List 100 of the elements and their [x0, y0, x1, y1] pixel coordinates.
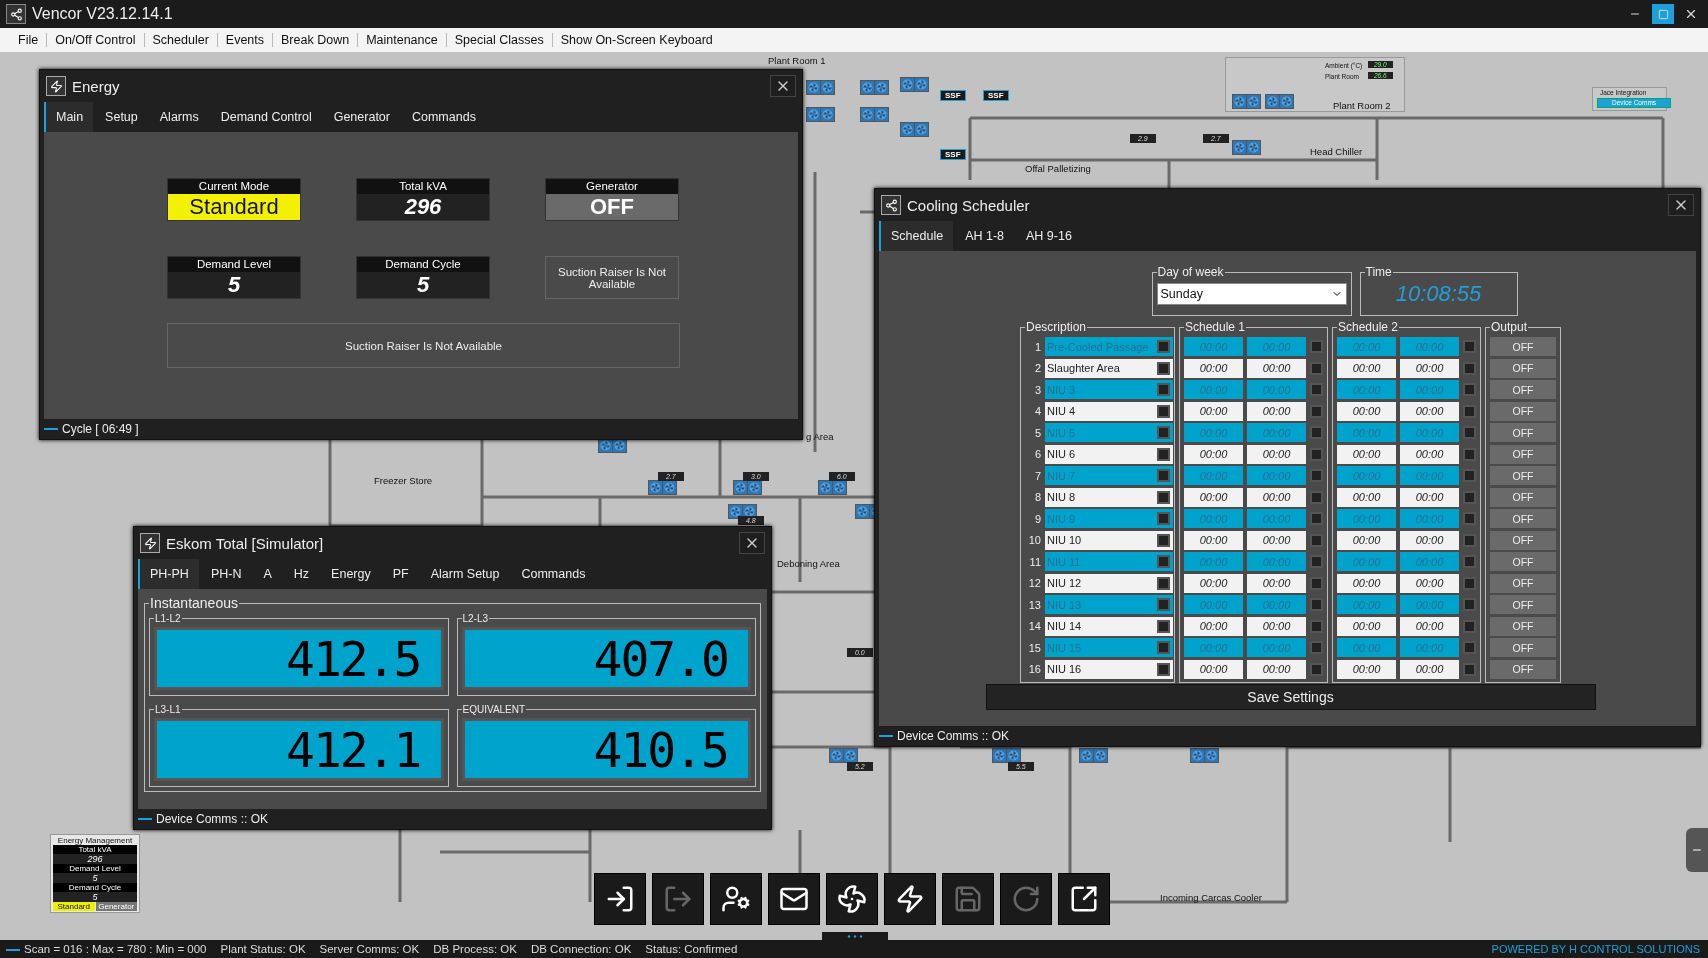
checkbox[interactable]	[1310, 361, 1323, 375]
description-field[interactable]: NIU 16	[1045, 659, 1173, 679]
checkbox[interactable]	[1310, 404, 1323, 418]
day-select[interactable]: Sunday	[1156, 283, 1347, 305]
checkbox[interactable]	[1463, 641, 1476, 655]
time-field[interactable]: 00:00	[1184, 487, 1243, 507]
time-field[interactable]: 00:00	[1247, 530, 1306, 550]
expand-icon[interactable]	[1058, 873, 1110, 925]
checkbox[interactable]	[1463, 576, 1476, 590]
time-field[interactable]: 00:00	[1400, 616, 1459, 636]
description-field[interactable]: NIU 6	[1045, 444, 1173, 464]
checkbox[interactable]	[1310, 340, 1323, 354]
time-field[interactable]: 00:00	[1184, 444, 1243, 464]
tab[interactable]: Demand Control	[208, 102, 322, 132]
checkbox[interactable]	[1310, 469, 1323, 483]
output-button[interactable]: OFF	[1490, 509, 1556, 529]
maximize-button[interactable]	[1652, 4, 1674, 24]
time-field[interactable]: 00:00	[1184, 573, 1243, 593]
close-button[interactable]	[1668, 194, 1694, 216]
output-button[interactable]: OFF	[1490, 380, 1556, 400]
menu-item[interactable]: On/Off Control	[47, 33, 145, 47]
menu-item[interactable]: File	[10, 33, 48, 47]
time-field[interactable]: 00:00	[1247, 616, 1306, 636]
time-field[interactable]: 00:00	[1400, 659, 1459, 679]
checkbox[interactable]	[1463, 533, 1476, 547]
output-button[interactable]: OFF	[1490, 401, 1556, 421]
tab[interactable]: Generator	[321, 102, 400, 132]
menu-item[interactable]: Break Down	[273, 33, 359, 47]
tab[interactable]: Setup	[93, 102, 148, 132]
tab[interactable]: AH 1-8	[953, 221, 1015, 251]
close-button[interactable]	[770, 75, 796, 97]
tab[interactable]: PH-N	[198, 559, 252, 589]
time-field[interactable]: 00:00	[1247, 358, 1306, 378]
checkbox[interactable]	[1157, 641, 1170, 655]
time-field[interactable]: 00:00	[1184, 358, 1243, 378]
lightning-icon[interactable]	[884, 873, 936, 925]
output-button[interactable]: OFF	[1490, 337, 1556, 357]
checkbox[interactable]	[1310, 598, 1323, 612]
time-field[interactable]: 00:00	[1247, 401, 1306, 421]
checkbox[interactable]	[1310, 533, 1323, 547]
user-gear-icon[interactable]	[710, 873, 762, 925]
time-field[interactable]: 00:00	[1184, 401, 1243, 421]
checkbox[interactable]	[1463, 447, 1476, 461]
time-field[interactable]: 00:00	[1337, 573, 1396, 593]
output-button[interactable]: OFF	[1490, 638, 1556, 658]
tab[interactable]: Schedule	[879, 221, 954, 251]
time-field[interactable]: 00:00	[1337, 401, 1396, 421]
description-field[interactable]: NIU 12	[1045, 573, 1173, 593]
checkbox[interactable]	[1310, 490, 1323, 504]
checkbox[interactable]	[1310, 555, 1323, 569]
output-button[interactable]: OFF	[1490, 616, 1556, 636]
checkbox[interactable]	[1463, 361, 1476, 375]
time-field[interactable]: 00:00	[1400, 487, 1459, 507]
checkbox[interactable]	[1310, 426, 1323, 440]
description-field[interactable]: NIU 8	[1045, 487, 1173, 507]
panel-handle[interactable]	[822, 932, 888, 940]
tab[interactable]: Main	[44, 102, 94, 132]
menu-item[interactable]: Scheduler	[144, 33, 218, 47]
time-field[interactable]: 00:00	[1400, 358, 1459, 378]
time-field[interactable]: 00:00	[1247, 487, 1306, 507]
tab[interactable]: Energy	[319, 559, 381, 589]
output-button[interactable]: OFF	[1490, 595, 1556, 615]
side-panel-handle[interactable]	[1686, 828, 1708, 872]
description-field[interactable]: NIU 14	[1045, 616, 1173, 636]
time-field[interactable]: 00:00	[1337, 487, 1396, 507]
checkbox[interactable]	[1463, 512, 1476, 526]
tab[interactable]: PH-PH	[138, 559, 199, 589]
checkbox[interactable]	[1310, 662, 1323, 676]
checkbox[interactable]	[1463, 555, 1476, 569]
checkbox[interactable]	[1463, 662, 1476, 676]
tab[interactable]: Alarm Setup	[418, 559, 510, 589]
menu-item[interactable]: Events	[217, 33, 274, 47]
menu-item[interactable]: Maintenance	[358, 33, 447, 47]
checkbox[interactable]	[1157, 469, 1170, 483]
checkbox[interactable]	[1157, 383, 1170, 397]
checkbox[interactable]	[1310, 447, 1323, 461]
login-icon[interactable]	[594, 873, 646, 925]
time-field[interactable]: 00:00	[1400, 444, 1459, 464]
time-field[interactable]: 00:00	[1184, 530, 1243, 550]
tab[interactable]: Alarms	[147, 102, 209, 132]
tab[interactable]: AH 9-16	[1014, 221, 1082, 251]
time-field[interactable]: 00:00	[1184, 659, 1243, 679]
time-field[interactable]: 00:00	[1400, 573, 1459, 593]
checkbox[interactable]	[1463, 619, 1476, 633]
output-button[interactable]: OFF	[1490, 573, 1556, 593]
time-field[interactable]: 00:00	[1337, 530, 1396, 550]
menu-item[interactable]: Show On-Screen Keyboard	[552, 33, 721, 47]
tab[interactable]: Commands	[399, 102, 486, 132]
description-field[interactable]: Slaughter Area	[1045, 358, 1173, 378]
checkbox[interactable]	[1463, 383, 1476, 397]
output-button[interactable]: OFF	[1490, 487, 1556, 507]
description-field[interactable]: NIU 4	[1045, 401, 1173, 421]
output-button[interactable]: OFF	[1490, 423, 1556, 443]
time-field[interactable]: 00:00	[1247, 573, 1306, 593]
time-field[interactable]: 00:00	[1247, 659, 1306, 679]
time-field[interactable]: 00:00	[1400, 401, 1459, 421]
output-button[interactable]: OFF	[1490, 444, 1556, 464]
time-field[interactable]: 00:00	[1184, 616, 1243, 636]
checkbox[interactable]	[1463, 598, 1476, 612]
time-field[interactable]: 00:00	[1400, 530, 1459, 550]
